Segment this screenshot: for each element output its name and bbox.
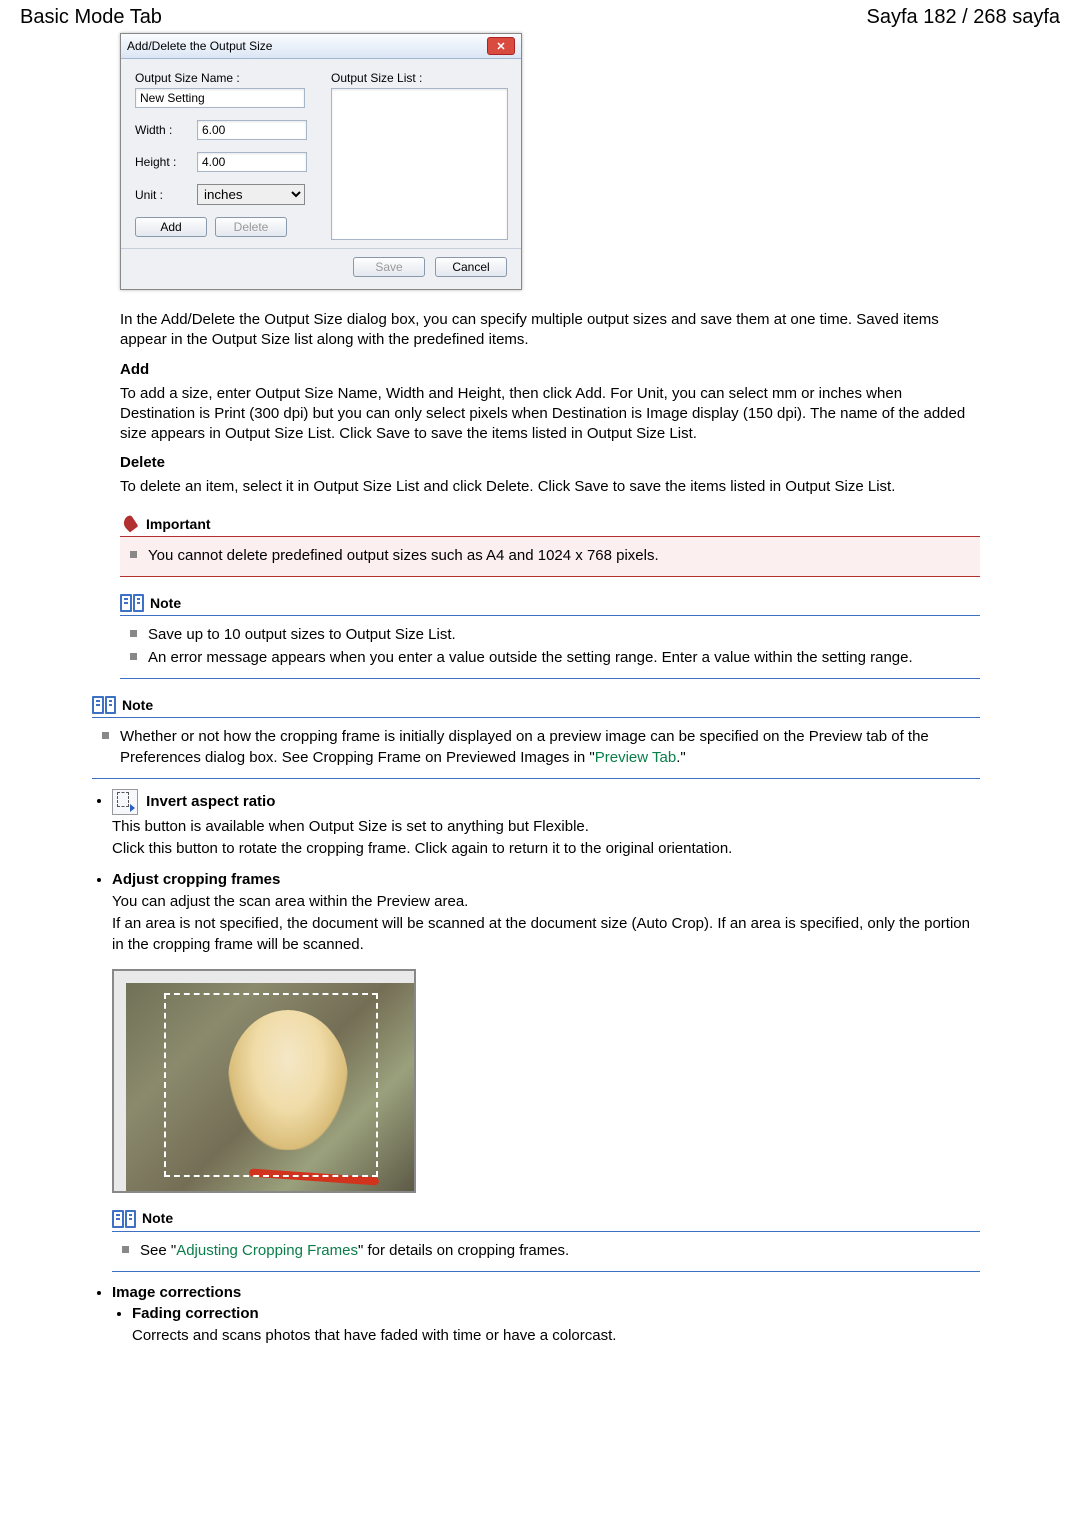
- note-callout-1: Note Save up to 10 output sizes to Outpu…: [120, 593, 980, 679]
- delete-paragraph: To delete an item, select it in Output S…: [120, 477, 980, 497]
- add-heading: Add: [120, 361, 980, 378]
- note2-text-prefix: Whether or not how the cropping frame is…: [120, 728, 929, 766]
- cancel-button[interactable]: Cancel: [435, 257, 507, 277]
- close-icon[interactable]: ✕: [487, 37, 515, 55]
- height-input[interactable]: 4.00: [197, 152, 307, 172]
- invert-p2: Click this button to rotate the cropping…: [112, 839, 980, 859]
- delete-button[interactable]: Delete: [215, 217, 287, 237]
- output-size-name-input[interactable]: New Setting: [135, 88, 305, 108]
- page-title-left: Basic Mode Tab: [20, 6, 162, 29]
- note-title-2: Note: [122, 697, 153, 713]
- note-title-3: Note: [142, 1209, 173, 1229]
- unit-label: Unit :: [135, 188, 187, 202]
- important-title: Important: [146, 516, 211, 532]
- output-size-list[interactable]: [331, 88, 508, 240]
- note3-text-prefix: See ": [140, 1242, 176, 1259]
- adjust-p2: If an area is not specified, the documen…: [112, 914, 980, 955]
- note1-item1: Save up to 10 output sizes to Output Siz…: [130, 624, 970, 645]
- note-icon: [112, 1209, 136, 1229]
- preview-crop-illustration: [112, 969, 416, 1193]
- save-button[interactable]: Save: [353, 257, 425, 277]
- fading-correction-heading: Fading correction: [132, 1305, 259, 1322]
- fading-paragraph: Corrects and scans photos that have fade…: [132, 1326, 980, 1346]
- adjust-p1: You can adjust the scan area within the …: [112, 892, 980, 912]
- height-label: Height :: [135, 155, 187, 169]
- invert-p1: This button is available when Output Siz…: [112, 817, 980, 837]
- add-paragraph: To add a size, enter Output Size Name, W…: [120, 384, 980, 445]
- output-size-list-label: Output Size List :: [331, 71, 508, 85]
- adjusting-cropping-frames-link[interactable]: Adjusting Cropping Frames: [176, 1242, 358, 1259]
- note2-text-suffix: .": [676, 749, 686, 766]
- adjust-heading: Adjust cropping frames: [112, 871, 280, 888]
- note-callout-3: Note See "Adjusting Cropping Frames" for…: [112, 1209, 980, 1272]
- unit-select[interactable]: inches: [197, 184, 305, 205]
- image-corrections-heading: Image corrections: [112, 1284, 241, 1301]
- add-button[interactable]: Add: [135, 217, 207, 237]
- important-item: You cannot delete predefined output size…: [130, 545, 970, 566]
- add-delete-output-size-dialog: Add/Delete the Output Size ✕ Output Size…: [120, 33, 522, 290]
- note-icon: [92, 695, 116, 715]
- note1-item2: An error message appears when you enter …: [130, 647, 970, 668]
- invert-aspect-icon: [112, 789, 138, 815]
- preview-tab-link[interactable]: Preview Tab: [595, 749, 676, 766]
- delete-heading: Delete: [120, 454, 980, 471]
- note3-text-suffix: " for details on cropping frames.: [358, 1242, 569, 1259]
- invert-heading: Invert aspect ratio: [146, 792, 275, 809]
- width-input[interactable]: 6.00: [197, 120, 307, 140]
- dialog-title: Add/Delete the Output Size: [127, 39, 272, 53]
- note-title-1: Note: [150, 595, 181, 611]
- width-label: Width :: [135, 123, 187, 137]
- important-callout: Important You cannot delete predefined o…: [120, 514, 980, 577]
- page-counter: Sayfa 182 / 268 sayfa: [867, 6, 1060, 29]
- note3-item: See "Adjusting Cropping Frames" for deta…: [122, 1240, 970, 1261]
- note2-item: Whether or not how the cropping frame is…: [102, 726, 970, 768]
- note-icon: [120, 593, 144, 613]
- important-icon: [120, 514, 140, 534]
- intro-paragraph: In the Add/Delete the Output Size dialog…: [120, 310, 980, 351]
- note-callout-2: Note Whether or not how the cropping fra…: [92, 695, 980, 779]
- output-size-name-label: Output Size Name :: [135, 71, 307, 85]
